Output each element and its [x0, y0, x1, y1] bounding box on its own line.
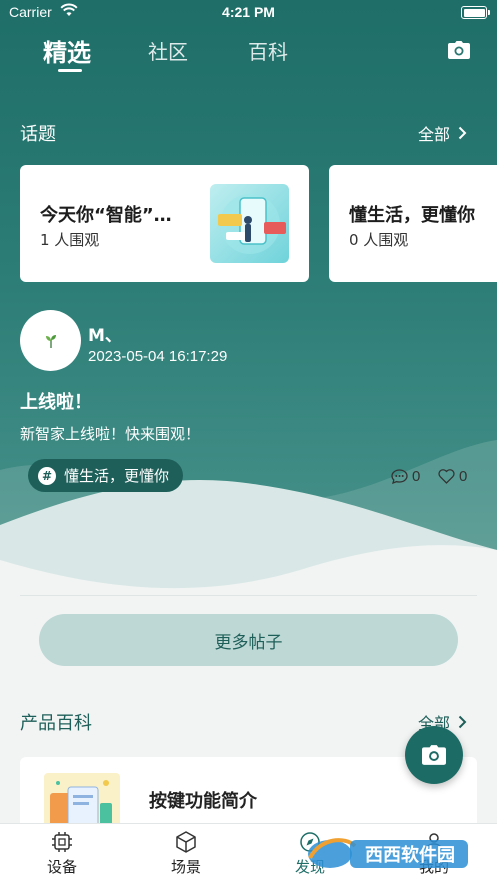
like-count[interactable]: 0 [438, 468, 467, 485]
watermark-logo: 西西软件园 [300, 830, 480, 876]
active-tab-indicator [58, 69, 82, 72]
topic-card-watchers: 0 人围观 [349, 231, 409, 249]
product-wiki-title: 按键功能简介 [149, 791, 257, 812]
bottom-tab-devices[interactable]: 设备 [32, 830, 92, 877]
status-bar: Carrier 4:21 PM [0, 0, 497, 26]
post-timestamp: 2023-05-04 16:17:29 [88, 348, 228, 365]
tab-encyclopedia[interactable]: 百科 [248, 36, 288, 65]
smart-home-illustration-icon [218, 194, 286, 254]
topic-card-watchers: 1 人围观 [40, 231, 100, 249]
comment-icon [391, 469, 408, 484]
bottom-tab-label: 场景 [170, 858, 201, 876]
camera-fab-button[interactable] [405, 726, 463, 784]
bottom-tab-scenes[interactable]: 场景 [156, 830, 216, 877]
watermark-text: 西西软件园 [365, 844, 455, 866]
bottom-tab-label: 设备 [46, 858, 77, 876]
like-count-value: 0 [459, 468, 468, 485]
top-tab-bar: 精选 社区 百科 [0, 36, 497, 80]
topic-card[interactable]: 今天你“智能”… 1 人围观 [20, 165, 309, 282]
chevron-right-icon [458, 126, 467, 140]
cube-icon [176, 831, 196, 853]
comment-count[interactable]: 0 [391, 468, 420, 485]
topic-card-title: 今天你“智能”… [40, 205, 172, 226]
hero-background [0, 0, 497, 600]
hashtag-icon: # [38, 466, 56, 485]
post-title[interactable]: 上线啦！ [20, 388, 92, 414]
chevron-right-icon [458, 715, 467, 729]
topics-all-label: 全部 [418, 125, 451, 144]
camera-icon [422, 745, 446, 765]
more-posts-button[interactable]: 更多帖子 [39, 614, 458, 666]
topic-card[interactable]: 懂生活，更懂你 0 人围观 [329, 165, 497, 282]
wave-decoration [0, 440, 497, 600]
clock: 4:21 PM [222, 4, 275, 20]
topic-card-title: 懂生活，更懂你 [349, 205, 475, 226]
camera-icon[interactable] [448, 41, 470, 59]
comment-count-value: 0 [412, 468, 421, 485]
heart-icon [438, 469, 455, 484]
divider [20, 595, 477, 596]
post-topic-tag[interactable]: # 懂生活，更懂你 [28, 459, 184, 492]
chip-icon [52, 832, 72, 852]
post-username[interactable]: M、 [88, 321, 122, 346]
products-title: 产品百科 [20, 713, 92, 734]
battery-icon [461, 6, 487, 19]
post-tag-label: 懂生活，更懂你 [64, 467, 170, 485]
tab-featured[interactable]: 精选 [43, 33, 91, 68]
tab-community[interactable]: 社区 [148, 36, 188, 65]
sprout-icon [45, 334, 56, 348]
topic-thumbnail [210, 184, 289, 263]
post-body[interactable]: 新智家上线啦！快来围观！ [20, 423, 200, 444]
topics-all-link[interactable]: 全部 [418, 121, 467, 145]
topics-title: 话题 [20, 124, 56, 145]
avatar[interactable] [20, 310, 81, 371]
